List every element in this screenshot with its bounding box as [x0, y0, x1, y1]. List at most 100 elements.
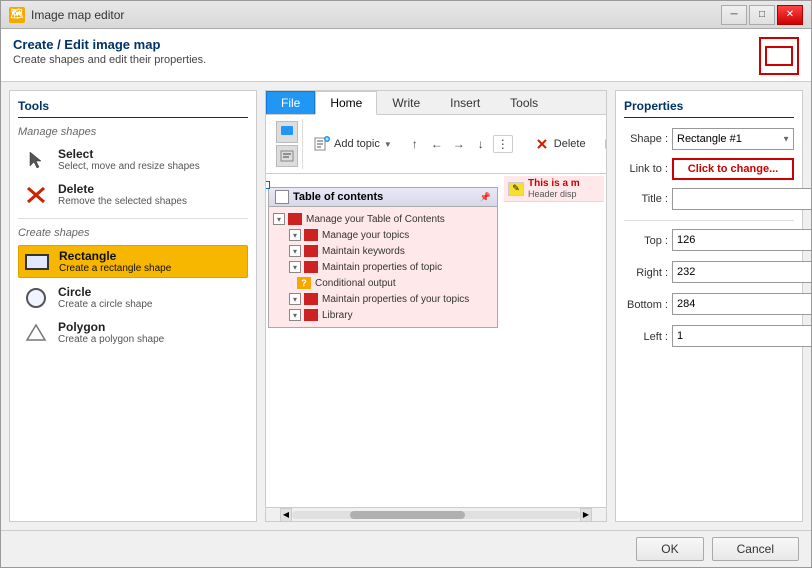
circle-tool-desc: Create a circle shape — [58, 299, 153, 310]
preview-title: This is a m — [528, 178, 580, 189]
toc-item-icon-1 — [304, 229, 318, 241]
ok-button[interactable]: OK — [636, 537, 703, 561]
toc-item-icon-0 — [288, 213, 302, 225]
nav-down-btn[interactable]: ↓ — [471, 135, 491, 153]
polygon-icon — [22, 322, 50, 344]
scroll-left-button[interactable]: ◀ — [280, 508, 292, 522]
toc-header: Table of contents 📌 — [269, 188, 497, 207]
ribbon-icon-1[interactable] — [276, 121, 298, 143]
toc-item-1[interactable]: ▾ Manage your topics — [269, 227, 497, 243]
preview-panel: ✎ This is a m Header disp — [504, 176, 604, 202]
header-section: Create / Edit image map Create shapes an… — [1, 29, 811, 82]
minimize-button[interactable]: ─ — [721, 5, 747, 25]
toc-item-5[interactable]: ▾ Maintain properties of your topics — [269, 291, 497, 307]
tab-home[interactable]: Home — [315, 91, 377, 115]
canvas-scrollbar: ◀ ▶ — [266, 507, 606, 521]
nav-left-btn[interactable]: ← — [427, 135, 447, 153]
nav-up-btn[interactable]: ↑ — [405, 135, 425, 153]
select-tool[interactable]: Select Select, move and resize shapes — [18, 144, 248, 175]
tab-tools[interactable]: Tools — [495, 91, 553, 114]
bottom-label: Bottom : — [624, 299, 668, 311]
rectangle-tool-desc: Create a rectangle shape — [59, 263, 171, 274]
ribbon-delete-button[interactable]: Delete — [527, 133, 593, 155]
toc-item-label-0: Manage your Table of Contents — [306, 214, 445, 225]
expand-icon-1[interactable]: ▾ — [289, 229, 301, 241]
delete-tool-name: Delete — [58, 182, 187, 196]
toc-item-6[interactable]: ▾ Library — [269, 307, 497, 323]
shape-select[interactable]: Rectangle #1 — [672, 128, 794, 150]
rectangle-tool[interactable]: Rectangle Create a rectangle shape — [18, 245, 248, 278]
toc-item-label-4: Conditional output — [315, 278, 396, 289]
left-label: Left : — [624, 331, 668, 343]
toc-item-icon-4: ? — [297, 277, 311, 289]
window-title: Image map editor — [31, 8, 124, 22]
scrollbar-track[interactable] — [292, 511, 580, 519]
add-topic-button[interactable]: Add topic ▼ — [307, 133, 399, 155]
link-to-button[interactable]: Click to change... — [672, 158, 794, 180]
toc-item-icon-6 — [304, 309, 318, 321]
main-content: Tools Manage shapes Select Select, move … — [1, 82, 811, 530]
expand-icon-6[interactable]: ▾ — [289, 309, 301, 321]
toc-item-4[interactable]: ? Conditional output — [269, 275, 497, 291]
header-title: Create / Edit image map — [13, 37, 206, 52]
tab-write[interactable]: Write — [377, 91, 435, 114]
top-input[interactable] — [672, 229, 811, 251]
link-to-row: Link to : Click to change... — [624, 158, 794, 180]
left-input[interactable] — [672, 325, 811, 347]
expand-icon-0[interactable]: ▾ — [273, 213, 285, 225]
toc-item-label-2: Maintain keywords — [322, 246, 405, 257]
preview-edit-icon: ✎ — [508, 182, 524, 196]
canvas-area[interactable]: Table of contents 📌 ▾ Manage — [266, 174, 606, 507]
toc-item-0[interactable]: ▾ Manage your Table of Contents — [269, 211, 497, 227]
toc-item-label-6: Library — [322, 310, 353, 321]
bottom-row: Bottom : ▲ ▼ — [624, 293, 794, 317]
document-viewer: Table of contents 📌 ▾ Manage — [266, 174, 606, 507]
center-panel: File Home Write Insert Tools — [265, 90, 607, 522]
scrollbar-thumb[interactable] — [350, 511, 465, 519]
right-row: Right : ▲ ▼ — [624, 261, 794, 285]
tab-insert[interactable]: Insert — [435, 91, 495, 114]
preview-header: ✎ This is a m Header disp — [504, 176, 604, 202]
nav-right-btn[interactable]: → — [449, 135, 469, 153]
ribbon-delete-icon — [534, 136, 550, 152]
title-row: Title : — [624, 188, 794, 210]
bottom-input[interactable] — [672, 293, 811, 315]
tab-file[interactable]: File — [266, 91, 315, 114]
toc-item-2[interactable]: ▾ Maintain keywords — [269, 243, 497, 259]
ribbon-rename-icon — [604, 136, 607, 152]
select-tool-desc: Select, move and resize shapes — [58, 161, 200, 172]
nav-more-btn[interactable]: ⋮ — [493, 135, 513, 153]
tools-panel: Tools Manage shapes Select Select, move … — [9, 90, 257, 522]
toc-item-3[interactable]: ▾ Maintain properties of topic — [269, 259, 497, 275]
tools-panel-title: Tools — [18, 99, 248, 118]
title-input[interactable] — [672, 188, 811, 210]
title-bar: 🗺 Image map editor ─ □ ✕ — [1, 1, 811, 29]
scroll-right-button[interactable]: ▶ — [580, 508, 592, 522]
preview-subtitle: Header disp — [528, 189, 580, 199]
add-topic-label: Add topic — [334, 138, 380, 150]
expand-icon-3[interactable]: ▾ — [289, 261, 301, 273]
ribbon-icon-2[interactable] — [276, 145, 298, 167]
maximize-button[interactable]: □ — [749, 5, 775, 25]
header-icon — [759, 37, 799, 75]
polygon-tool[interactable]: Polygon Create a polygon shape — [18, 317, 248, 348]
ribbon: File Home Write Insert Tools — [266, 91, 606, 174]
properties-panel: Properties Shape : Rectangle #1 Link to … — [615, 90, 803, 522]
ribbon-rename-button[interactable]: Rename — [597, 133, 607, 155]
close-button[interactable]: ✕ — [777, 5, 803, 25]
toc-item-label-5: Maintain properties of your topics — [322, 294, 469, 305]
right-input[interactable] — [672, 261, 811, 283]
link-to-label: Link to : — [624, 163, 668, 175]
rectangle-icon — [23, 251, 51, 273]
expand-icon-5[interactable]: ▾ — [289, 293, 301, 305]
toc-item-label-3: Maintain properties of topic — [322, 262, 442, 273]
circle-tool[interactable]: Circle Create a circle shape — [18, 282, 248, 313]
delete-tool[interactable]: Delete Remove the selected shapes — [18, 179, 248, 210]
toc-item-icon-2 — [304, 245, 318, 257]
title-input-wrap — [672, 188, 811, 210]
toc-title: Table of contents — [293, 191, 383, 203]
expand-icon-2[interactable]: ▾ — [289, 245, 301, 257]
canvas-content: Table of contents 📌 ▾ Manage — [266, 174, 606, 507]
shape-label: Shape : — [624, 133, 668, 145]
cancel-button[interactable]: Cancel — [712, 537, 799, 561]
